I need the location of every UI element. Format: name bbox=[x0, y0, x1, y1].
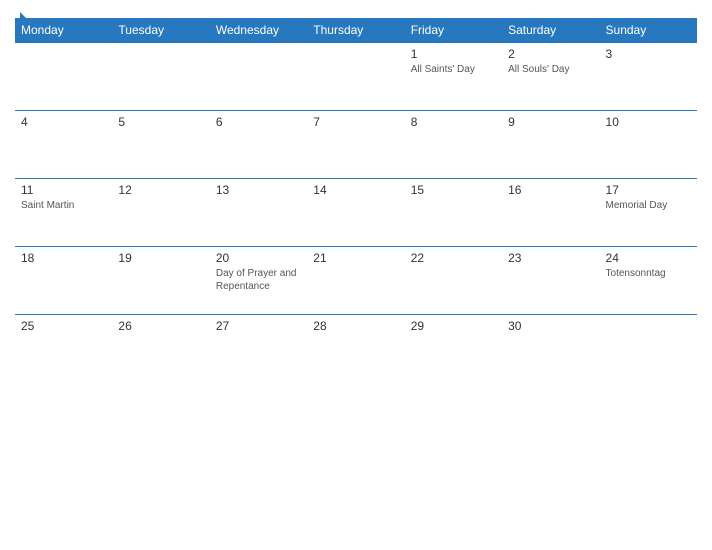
day-number: 26 bbox=[118, 319, 203, 333]
calendar-cell: 22 bbox=[405, 247, 502, 315]
day-number: 2 bbox=[508, 47, 593, 61]
holiday-label: Totensonntag bbox=[606, 267, 691, 280]
calendar-week-row: 11 Saint Martin 12 13 14 15 16 17 Memorial Day bbox=[15, 179, 697, 247]
day-number: 9 bbox=[508, 115, 593, 129]
page: MondayTuesdayWednesdayThursdayFridaySatu… bbox=[0, 0, 712, 550]
calendar-header: MondayTuesdayWednesdayThursdayFridaySatu… bbox=[15, 18, 697, 43]
day-number: 21 bbox=[313, 251, 398, 265]
day-number: 16 bbox=[508, 183, 593, 197]
calendar-cell: 21 bbox=[307, 247, 404, 315]
day-number: 30 bbox=[508, 319, 593, 333]
calendar-cell: 28 bbox=[307, 315, 404, 383]
calendar-cell: 9 bbox=[502, 111, 599, 179]
calendar-cell: 26 bbox=[112, 315, 209, 383]
day-number: 27 bbox=[216, 319, 301, 333]
day-number: 12 bbox=[118, 183, 203, 197]
calendar-cell: 5 bbox=[112, 111, 209, 179]
day-number: 6 bbox=[216, 115, 301, 129]
day-number: 13 bbox=[216, 183, 301, 197]
calendar-cell: 25 bbox=[15, 315, 112, 383]
calendar-cell: 12 bbox=[112, 179, 209, 247]
day-number: 19 bbox=[118, 251, 203, 265]
holiday-label: Day of Prayer and Repentance bbox=[216, 267, 301, 293]
day-number: 4 bbox=[21, 115, 106, 129]
day-number: 14 bbox=[313, 183, 398, 197]
calendar-cell bbox=[600, 315, 697, 383]
day-number: 15 bbox=[411, 183, 496, 197]
calendar-cell: 24 Totensonntag bbox=[600, 247, 697, 315]
calendar-cell: 20 Day of Prayer and Repentance bbox=[210, 247, 307, 315]
calendar-cell: 29 bbox=[405, 315, 502, 383]
calendar-cell bbox=[15, 43, 112, 111]
weekday-header: Sunday bbox=[600, 18, 697, 43]
calendar-cell: 2 All Souls' Day bbox=[502, 43, 599, 111]
calendar-cell: 1 All Saints' Day bbox=[405, 43, 502, 111]
weekday-header: Friday bbox=[405, 18, 502, 43]
calendar-cell bbox=[112, 43, 209, 111]
day-number: 10 bbox=[606, 115, 691, 129]
calendar-cell bbox=[210, 43, 307, 111]
calendar-cell: 30 bbox=[502, 315, 599, 383]
calendar-cell: 27 bbox=[210, 315, 307, 383]
day-number: 20 bbox=[216, 251, 301, 265]
calendar-cell: 23 bbox=[502, 247, 599, 315]
calendar-cell: 8 bbox=[405, 111, 502, 179]
calendar-table: MondayTuesdayWednesdayThursdayFridaySatu… bbox=[15, 18, 697, 383]
weekday-header: Monday bbox=[15, 18, 112, 43]
day-number: 11 bbox=[21, 183, 106, 197]
holiday-label: All Souls' Day bbox=[508, 63, 593, 76]
calendar-week-row: 456789 10 bbox=[15, 111, 697, 179]
day-number: 17 bbox=[606, 183, 691, 197]
holiday-label: Saint Martin bbox=[21, 199, 106, 212]
calendar-cell: 10 bbox=[600, 111, 697, 179]
day-number: 3 bbox=[606, 47, 691, 61]
calendar-cell: 14 bbox=[307, 179, 404, 247]
day-number: 1 bbox=[411, 47, 496, 61]
holiday-label: Memorial Day bbox=[606, 199, 691, 212]
day-number: 22 bbox=[411, 251, 496, 265]
calendar-cell bbox=[307, 43, 404, 111]
calendar-cell: 17 Memorial Day bbox=[600, 179, 697, 247]
calendar-cell: 16 bbox=[502, 179, 599, 247]
calendar-cell: 6 bbox=[210, 111, 307, 179]
calendar-cell: 7 bbox=[307, 111, 404, 179]
day-number: 28 bbox=[313, 319, 398, 333]
day-number: 7 bbox=[313, 115, 398, 129]
logo-triangle-icon bbox=[20, 12, 29, 21]
calendar-week-row: 1 All Saints' Day 2 All Souls' Day 3 bbox=[15, 43, 697, 111]
weekday-header: Tuesday bbox=[112, 18, 209, 43]
weekday-header: Wednesday bbox=[210, 18, 307, 43]
calendar-cell: 3 bbox=[600, 43, 697, 111]
calendar-week-row: 18 19 20 Day of Prayer and Repentance 21 22 23… bbox=[15, 247, 697, 315]
calendar-cell: 15 bbox=[405, 179, 502, 247]
weekday-header: Thursday bbox=[307, 18, 404, 43]
day-number: 8 bbox=[411, 115, 496, 129]
weekday-header: Saturday bbox=[502, 18, 599, 43]
day-number: 24 bbox=[606, 251, 691, 265]
holiday-label: All Saints' Day bbox=[411, 63, 496, 76]
calendar-cell: 11 Saint Martin bbox=[15, 179, 112, 247]
day-number: 25 bbox=[21, 319, 106, 333]
calendar-cell: 18 bbox=[15, 247, 112, 315]
calendar-week-row: 25 26 27 28 29 30 bbox=[15, 315, 697, 383]
calendar-body: 1 All Saints' Day 2 All Souls' Day 3 456789 10… bbox=[15, 43, 697, 383]
calendar-cell: 13 bbox=[210, 179, 307, 247]
day-number: 23 bbox=[508, 251, 593, 265]
calendar-cell: 4 bbox=[15, 111, 112, 179]
weekday-header-row: MondayTuesdayWednesdayThursdayFridaySatu… bbox=[15, 18, 697, 43]
calendar-cell: 19 bbox=[112, 247, 209, 315]
day-number: 29 bbox=[411, 319, 496, 333]
day-number: 5 bbox=[118, 115, 203, 129]
day-number: 18 bbox=[21, 251, 106, 265]
